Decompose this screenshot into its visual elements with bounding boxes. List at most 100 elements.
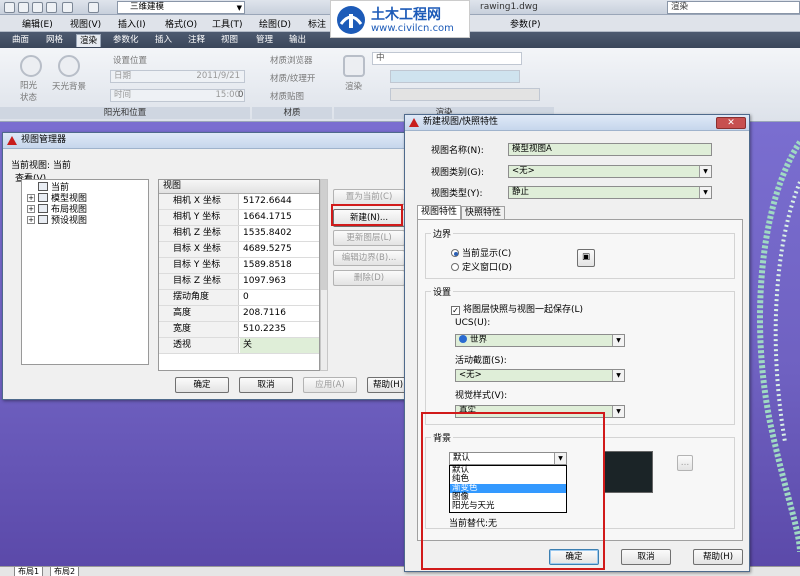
property-value[interactable]: 4689.5275 [240, 242, 319, 257]
material-texture-button[interactable]: 材质/纹理开 [270, 72, 315, 84]
property-row[interactable]: 高度 208.7116 [159, 306, 319, 322]
material-browser-button[interactable]: 材质浏览器 [270, 54, 313, 66]
radio-define-window[interactable]: 定义窗口(D) [451, 260, 512, 273]
save-layer-snapshot-checkbox[interactable]: ✓ 将图层快照与视图一起保存(L) [451, 302, 583, 315]
update-layers-button[interactable]: 更新图层(L) [333, 230, 405, 246]
property-value[interactable]: 0 [240, 290, 319, 305]
expand-icon[interactable]: + [27, 205, 35, 213]
tab-snapshot-properties[interactable]: 快照特性 [461, 206, 506, 220]
help-button[interactable]: 帮助(H) [367, 377, 409, 393]
radio-current-display[interactable]: 当前显示(C) [451, 246, 511, 259]
define-window-icon[interactable]: ▣ [577, 249, 595, 267]
material-map-button[interactable]: 材质贴图 [270, 90, 304, 102]
open-icon[interactable] [4, 2, 15, 13]
tab-layout-2[interactable]: 布局2 [50, 567, 80, 576]
property-row[interactable]: 宽度 510.2235 [159, 322, 319, 338]
render-output-field[interactable] [390, 88, 540, 101]
sun-icon[interactable] [20, 55, 42, 77]
teapot-render-icon[interactable] [343, 55, 365, 77]
date-field[interactable]: 日期 2011/9/21 [110, 70, 245, 83]
property-value[interactable]: 208.7116 [240, 306, 319, 321]
cancel-button[interactable]: 取消 [621, 549, 671, 565]
delete-button[interactable]: 删除(D) [333, 270, 405, 286]
ok-button[interactable]: 确定 [175, 377, 229, 393]
tab-manage[interactable]: 管理 [253, 34, 276, 47]
time-label: 时间 [114, 90, 132, 100]
plot-icon[interactable] [46, 2, 57, 13]
tab-mesh[interactable]: 网格 [43, 34, 66, 47]
autocad-icon [7, 136, 17, 145]
workspace-combo[interactable]: 三维建模 ▼ [117, 1, 245, 14]
property-row[interactable]: 目标 Y 坐标 1589.8518 [159, 258, 319, 274]
menu-view[interactable]: 视图(V) [70, 17, 101, 30]
view-type-combo[interactable]: 静止 ▼ [508, 186, 712, 199]
tab-insert[interactable]: 插入 [152, 34, 175, 47]
property-value[interactable]: 关 [240, 338, 319, 353]
property-value[interactable]: 510.2235 [240, 322, 319, 337]
checkbox[interactable]: ✓ [451, 306, 460, 315]
tab-annotate[interactable]: 注释 [185, 34, 208, 47]
tab-parametric[interactable]: 参数化 [110, 34, 142, 47]
view-properties-grid: 视图 相机 X 坐标 5172.6644 相机 Y 坐标 1664.1715 相机 Z … [158, 179, 320, 371]
property-value[interactable]: 1535.8402 [240, 226, 319, 241]
section-combo[interactable]: <无> ▼ [455, 369, 625, 382]
properties-scrollbar[interactable] [320, 179, 328, 371]
expand-icon[interactable]: + [27, 194, 35, 202]
property-row[interactable]: 相机 Y 坐标 1664.1715 [159, 210, 319, 226]
menu-dimension[interactable]: 标注 [308, 17, 326, 30]
menu-tools[interactable]: 工具(T) [212, 17, 243, 30]
zero-value: 0 [238, 90, 244, 100]
tree-item-preset-views[interactable]: 预设视图 [38, 215, 87, 227]
menu-format[interactable]: 格式(O) [165, 17, 197, 30]
tree-item-label: 布局视图 [51, 205, 88, 215]
sky-icon[interactable] [58, 55, 80, 77]
undo-icon[interactable] [62, 2, 73, 13]
radio-button[interactable] [451, 263, 459, 271]
set-current-button[interactable]: 置为当前(C) [333, 189, 405, 205]
save-as-icon[interactable] [32, 2, 43, 13]
property-row[interactable]: 相机 X 坐标 5172.6644 [159, 194, 319, 210]
close-icon[interactable]: ✕ [716, 117, 746, 129]
radio-button[interactable] [451, 249, 459, 257]
edit-boundary-button[interactable]: 编辑边界(B)... [333, 250, 405, 266]
save-icon[interactable] [18, 2, 29, 13]
tab-render[interactable]: 渲染 [76, 34, 102, 47]
render-size-field[interactable] [390, 70, 520, 83]
new-view-title: 新建视图/快照特性 [423, 117, 499, 127]
redo-icon[interactable] [88, 2, 99, 13]
view-manager-titlebar: 视图管理器 [3, 133, 411, 149]
menu-draw[interactable]: 绘图(D) [259, 17, 291, 30]
search-input[interactable]: 渲染 [667, 1, 800, 14]
property-row[interactable]: 目标 X 坐标 4689.5275 [159, 242, 319, 258]
set-location-button[interactable]: 设置位置 [113, 54, 147, 66]
property-value[interactable]: 1097.963 [240, 274, 319, 289]
render-button[interactable]: 渲染 [345, 80, 362, 92]
property-name: 目标 Z 坐标 [159, 274, 239, 289]
expand-icon[interactable]: + [27, 216, 35, 224]
cancel-button[interactable]: 取消 [239, 377, 293, 393]
menu-edit[interactable]: 编辑(E) [22, 17, 53, 30]
tab-view[interactable]: 视图 [218, 34, 241, 47]
property-row[interactable]: 透视关 [159, 338, 319, 354]
property-value[interactable]: 5172.6644 [240, 194, 319, 209]
tab-view-properties[interactable]: 视图特性 [417, 205, 462, 219]
property-value[interactable]: 1664.1715 [240, 210, 319, 225]
tab-surface[interactable]: 曲面 [9, 34, 32, 47]
view-category-combo[interactable]: <无> ▼ [508, 165, 712, 178]
tab-layout-1[interactable]: 布局1 [14, 567, 44, 576]
view-name-input[interactable]: 模型视图A [508, 143, 712, 156]
property-value[interactable]: 1589.8518 [240, 258, 319, 273]
time-field[interactable]: 时间 15:00 [110, 89, 245, 102]
menu-parametric[interactable]: 参数(P) [510, 17, 540, 30]
background-browse-button[interactable]: … [677, 455, 693, 471]
ucs-combo[interactable]: 世界 ▼ [455, 334, 625, 347]
property-row[interactable]: 相机 Z 坐标 1535.8402 [159, 226, 319, 242]
help-button[interactable]: 帮助(H) [693, 549, 743, 565]
property-row[interactable]: 目标 Z 坐标 1097.963 [159, 274, 319, 290]
render-quality-combo[interactable]: 中 [372, 52, 522, 65]
menu-insert[interactable]: 插入(I) [118, 17, 146, 30]
apply-button[interactable]: 应用(A) [303, 377, 357, 393]
property-row[interactable]: 摆动角度 0 [159, 290, 319, 306]
view-tree[interactable]: 当前 + 模型视图 + 布局视图 + 预设视图 [21, 179, 149, 365]
tab-output[interactable]: 输出 [286, 34, 309, 47]
